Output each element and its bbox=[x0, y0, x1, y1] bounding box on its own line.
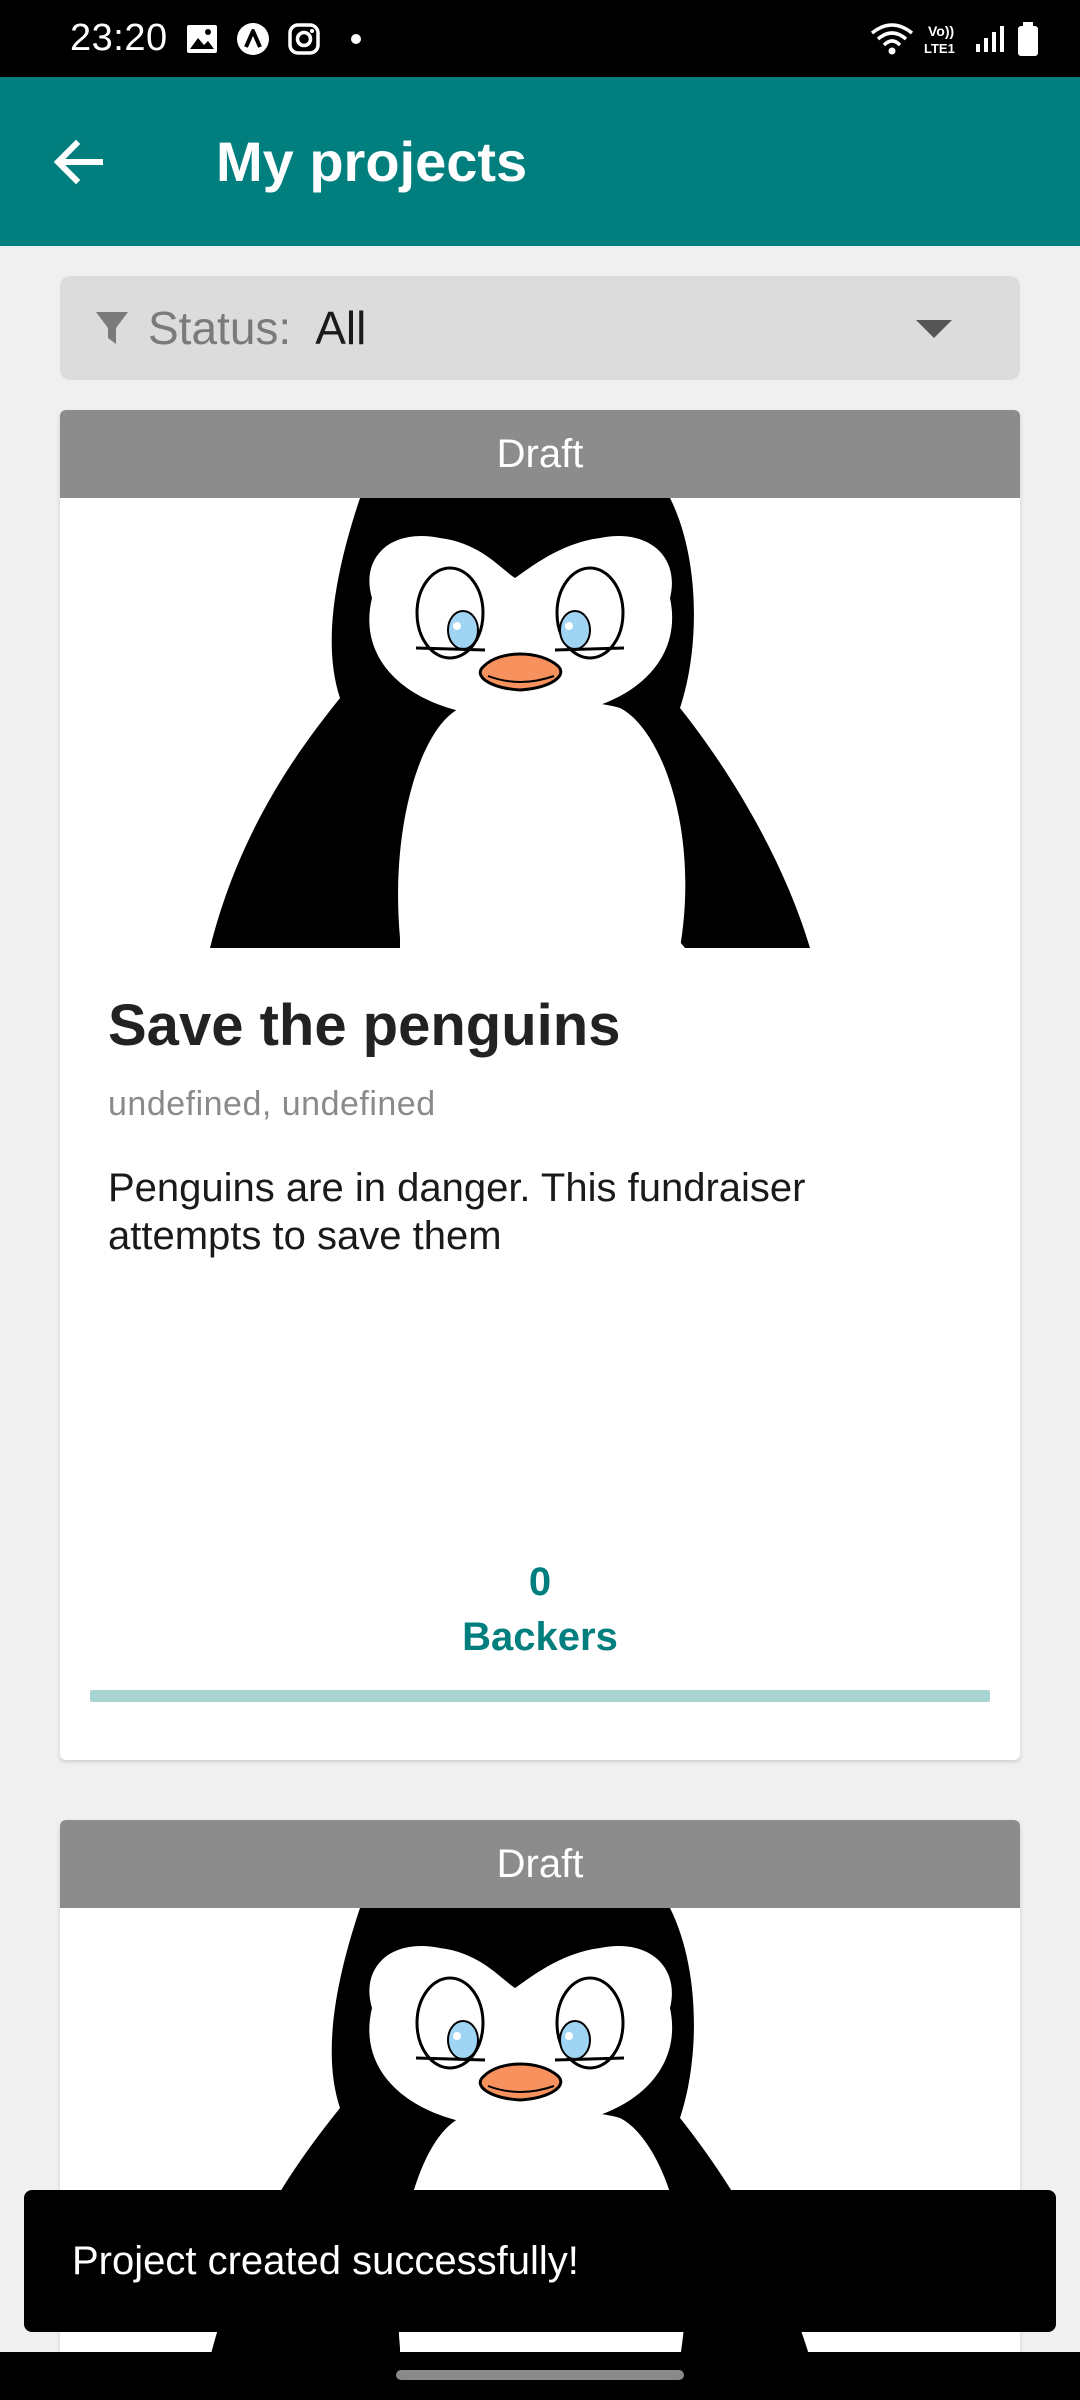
funding-progress-bar bbox=[90, 1690, 990, 1702]
status-left: 23:20 bbox=[70, 17, 368, 60]
project-description: Penguins are in danger. This fundraiser … bbox=[108, 1166, 806, 1258]
dot-icon bbox=[338, 32, 368, 46]
backers-count: 0 bbox=[528, 1560, 552, 1604]
status-time: 23:20 bbox=[70, 17, 168, 59]
filter-label: Status: bbox=[148, 302, 292, 354]
svg-text:LTE1: LTE1 bbox=[924, 41, 955, 56]
volte-icon: Vo)) LTE1 bbox=[924, 21, 964, 57]
filter-icon bbox=[96, 312, 128, 344]
project-title: Save the penguins bbox=[108, 993, 621, 1058]
signal-icon bbox=[974, 24, 1006, 54]
project-status-badge: Draft bbox=[60, 410, 1020, 498]
status-right: Vo)) LTE1 bbox=[870, 21, 1040, 57]
project-location: undefined, undefined bbox=[108, 1085, 436, 1123]
backers-stat: 0 Backers bbox=[60, 1560, 1020, 1660]
snackbar-toast: Project created successfully! bbox=[24, 2190, 1056, 2332]
snackbar-message: Project created successfully! bbox=[72, 2238, 579, 2283]
backers-label: Backers bbox=[462, 1615, 618, 1659]
system-nav-bar bbox=[0, 2352, 1080, 2400]
arrow-left-icon bbox=[53, 139, 103, 184]
home-gesture-handle[interactable] bbox=[396, 2370, 684, 2380]
app-a-icon bbox=[236, 22, 270, 56]
instagram-icon bbox=[287, 22, 320, 55]
back-button[interactable] bbox=[38, 122, 118, 202]
project-card-body: Save the penguins undefined, undefined P… bbox=[60, 992, 1020, 1260]
battery-icon bbox=[1016, 21, 1040, 57]
filter-value: All bbox=[315, 302, 367, 354]
status-filter-dropdown[interactable]: Status: All bbox=[60, 276, 1020, 380]
svg-text:Vo)): Vo)) bbox=[928, 23, 954, 39]
wifi-icon bbox=[870, 21, 914, 57]
gallery-icon bbox=[186, 24, 218, 54]
page-title: My projects bbox=[216, 130, 528, 193]
penguin-image bbox=[210, 498, 810, 948]
app-bar: My projects bbox=[0, 77, 1080, 246]
status-bar: 23:20 Vo)) LTE1 bbox=[0, 0, 1080, 77]
chevron-down-icon bbox=[916, 320, 952, 338]
project-status-badge: Draft bbox=[60, 1820, 1020, 1908]
project-card[interactable]: Draft Save the penguins undefined, undef… bbox=[60, 410, 1020, 1760]
